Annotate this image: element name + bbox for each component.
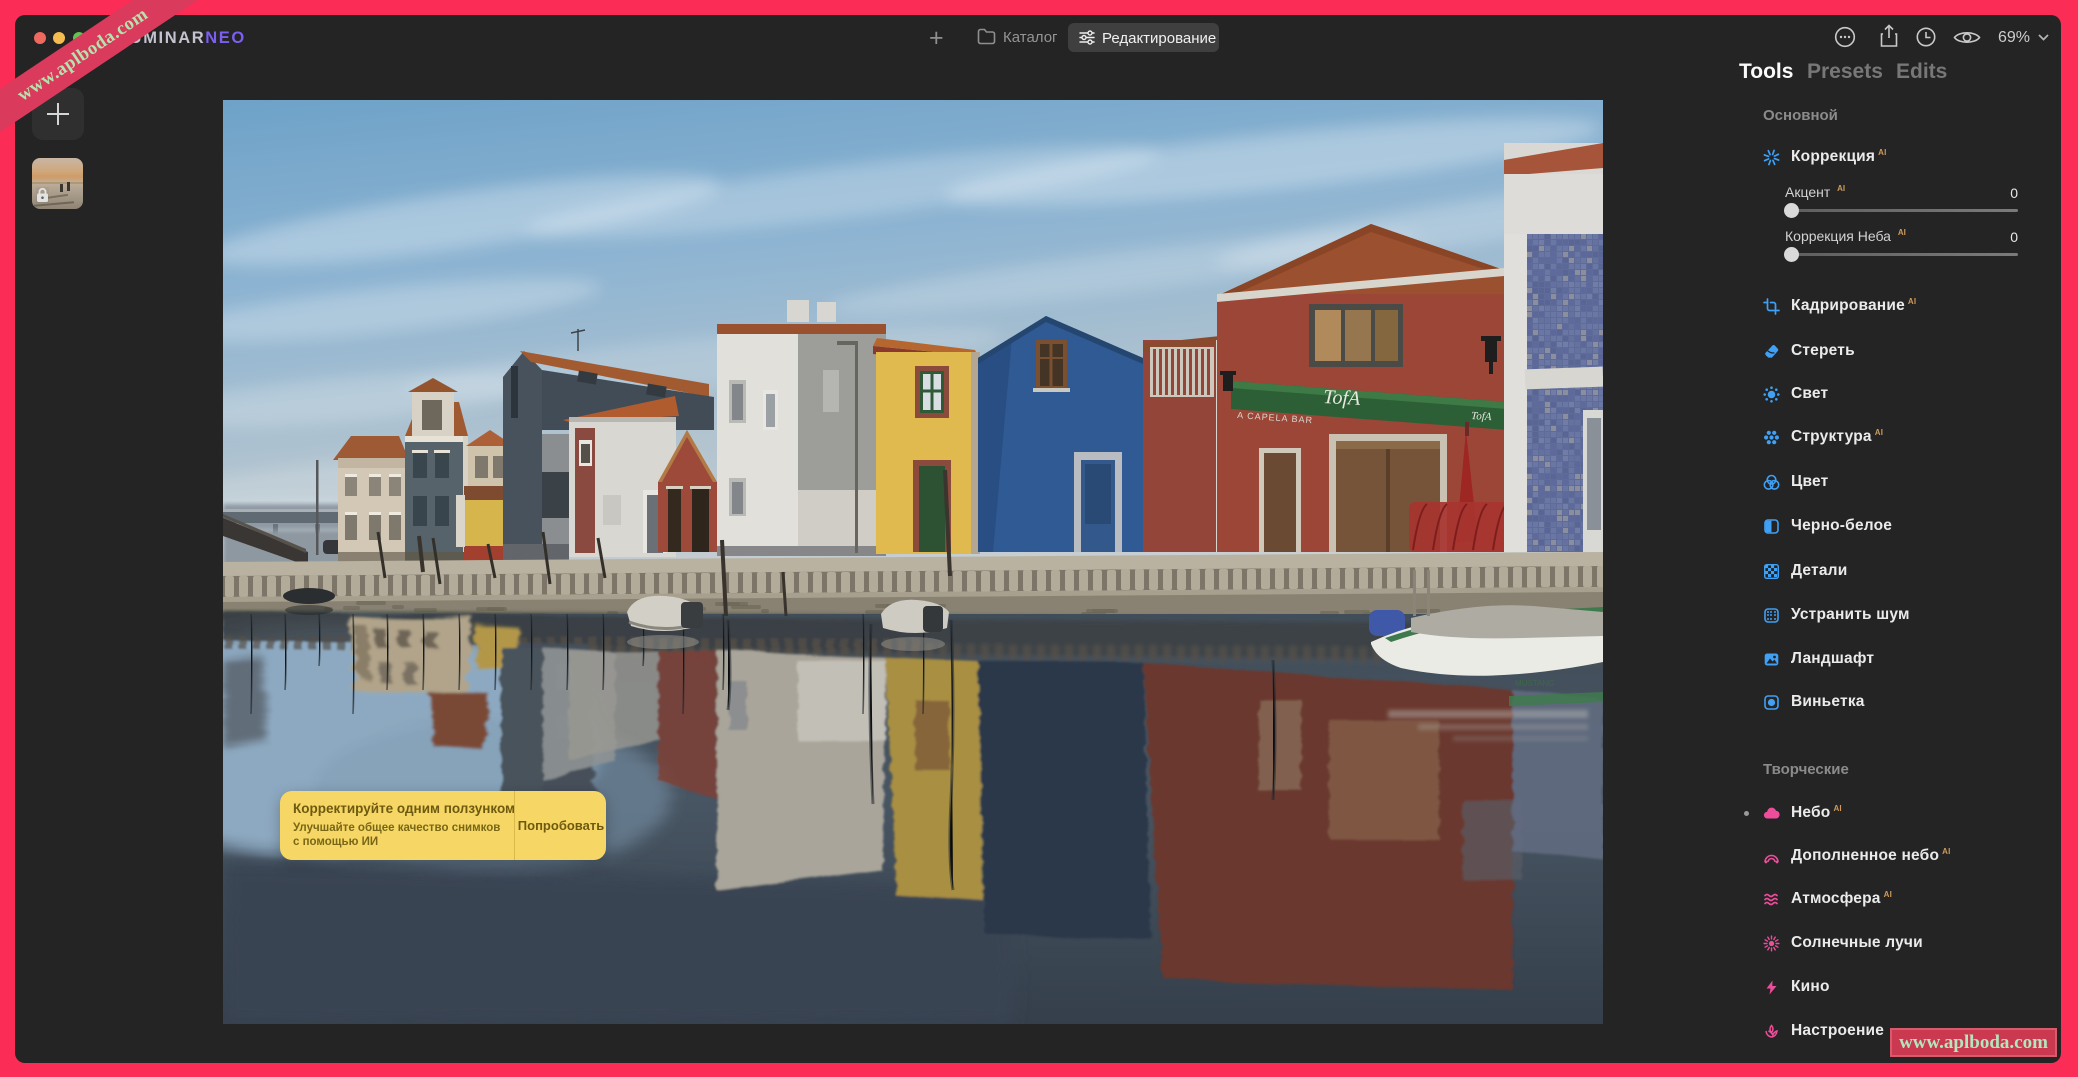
svg-text:TofA: TofA	[1323, 386, 1362, 410]
svg-text:TofA: TofA	[1471, 410, 1492, 423]
svg-text:MUSTANG: MUSTANG	[1515, 679, 1554, 688]
